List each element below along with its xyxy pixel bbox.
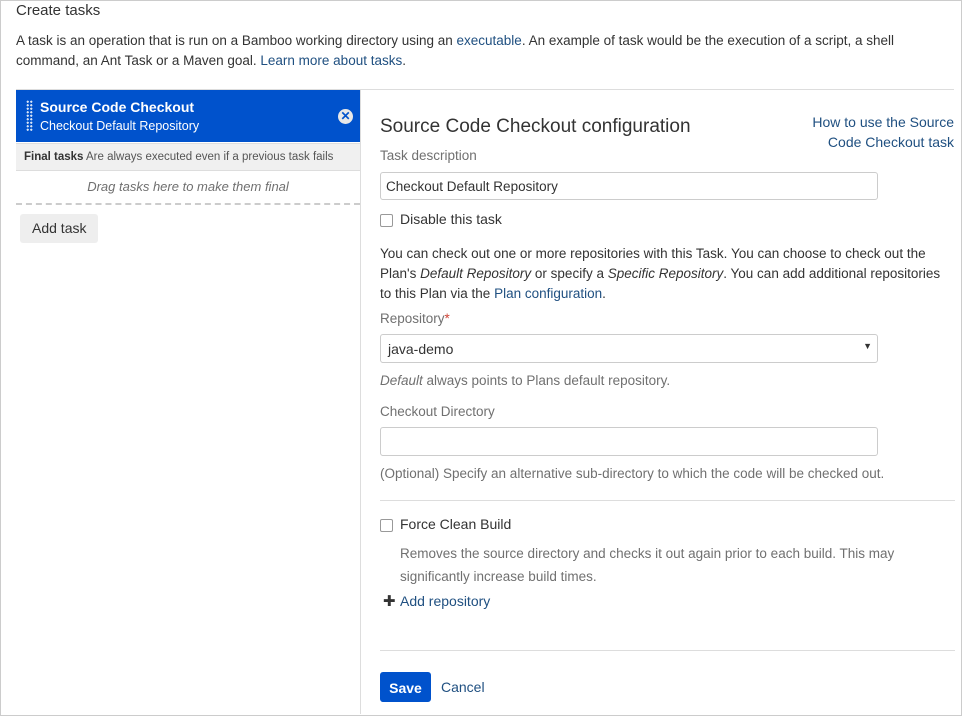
info-text-part: . (602, 286, 606, 301)
repository-hint-emphasis: Default (380, 373, 423, 388)
repository-label-text: Repository (380, 311, 445, 326)
task-description: Checkout Default Repository (40, 119, 200, 133)
task-description-label: Task description (380, 148, 477, 163)
repository-info-text: You can check out one or more repositori… (380, 244, 955, 304)
checkout-directory-hint: (Optional) Specify an alternative sub-di… (380, 466, 885, 481)
repository-hint-text: always points to Plans default repositor… (422, 373, 671, 388)
add-repository-link[interactable]: Add repository (400, 593, 490, 609)
force-clean-build-label: Force Clean Build (400, 516, 512, 532)
executable-link[interactable]: executable (457, 33, 522, 48)
disable-task-label: Disable this task (400, 211, 502, 227)
info-text-part: or specify a (531, 266, 608, 281)
required-mark: * (444, 311, 450, 326)
task-list-panel: Source Code Checkout Checkout Default Re… (16, 90, 361, 714)
help-link[interactable]: How to use the Source Code Checkout task (804, 112, 954, 152)
task-description-input[interactable] (380, 172, 878, 200)
page-title: Create tasks (16, 2, 101, 19)
save-button[interactable]: Save (380, 672, 431, 702)
task-item-source-code-checkout[interactable]: Source Code Checkout Checkout Default Re… (16, 90, 360, 142)
plan-configuration-link[interactable]: Plan configuration (494, 286, 602, 301)
repository-hint: Default always points to Plans default r… (380, 373, 670, 388)
divider (380, 650, 955, 651)
final-tasks-label: Final tasks (24, 151, 84, 163)
intro-text: A task is an operation that is run on a … (16, 31, 936, 71)
final-tasks-drop-zone[interactable]: Drag tasks here to make them final (16, 171, 360, 205)
learn-more-link[interactable]: Learn more about tasks (260, 53, 402, 68)
config-title: Source Code Checkout configuration (380, 116, 691, 137)
intro-text-part: A task is an operation that is run on a … (16, 33, 457, 48)
disable-task-checkbox[interactable] (380, 214, 393, 227)
cancel-link[interactable]: Cancel (441, 679, 485, 695)
close-icon[interactable]: ✕ (338, 109, 353, 124)
info-text-emphasis: Default Repository (420, 266, 532, 281)
divider (380, 500, 955, 501)
chevron-down-icon: ▼ (863, 341, 872, 351)
repository-select-value: java-demo (388, 341, 454, 357)
checkout-directory-label: Checkout Directory (380, 404, 495, 419)
info-text-emphasis: Specific Repository (607, 266, 724, 281)
intro-text-part: . (402, 53, 406, 68)
plus-icon[interactable]: ✚ (383, 594, 396, 609)
drag-handle-icon[interactable] (26, 100, 33, 132)
repository-label: Repository* (380, 311, 450, 326)
final-tasks-header: Final tasks Are always executed even if … (16, 143, 360, 171)
task-name: Source Code Checkout (40, 99, 195, 115)
force-clean-build-checkbox[interactable] (380, 519, 393, 532)
force-clean-build-hint: Removes the source directory and checks … (400, 546, 895, 584)
repository-select[interactable]: java-demo ▼ (380, 334, 878, 363)
checkout-directory-input[interactable] (380, 427, 878, 456)
final-tasks-text: Are always executed even if a previous t… (86, 151, 334, 163)
add-task-button[interactable]: Add task (20, 214, 99, 243)
